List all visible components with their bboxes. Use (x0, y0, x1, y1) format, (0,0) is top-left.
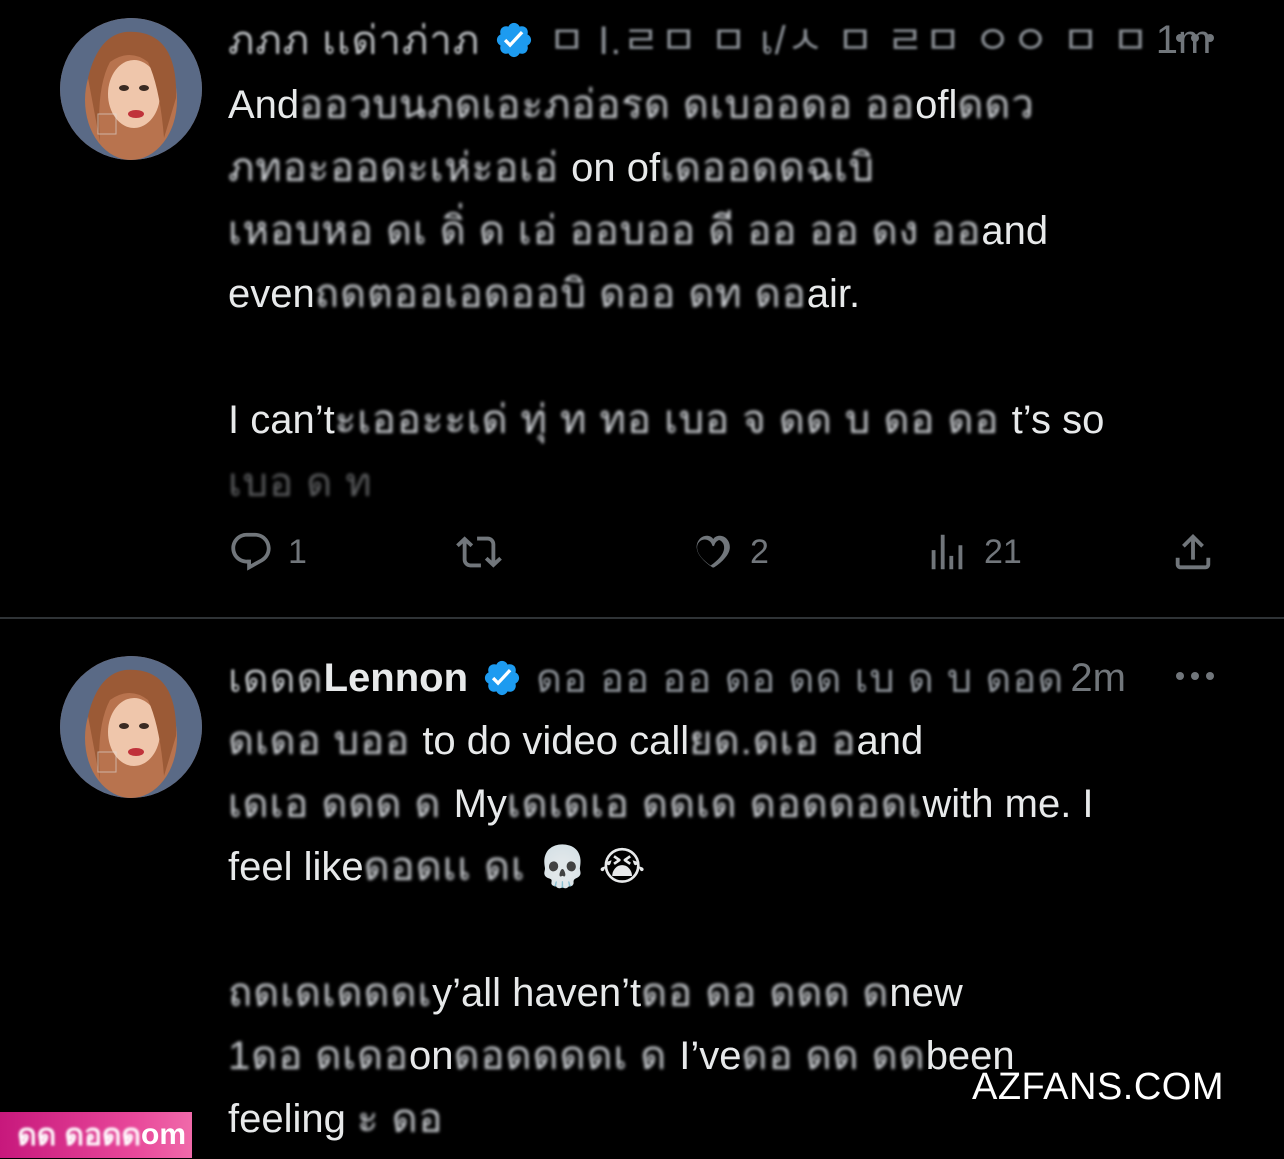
verified-badge-icon (484, 660, 520, 696)
tweet-text-line: evenถดตออเอดออบิ ดออ ดท ดอair. (228, 263, 1188, 326)
redacted-text: ภทอะออดะเห่ะอเอ่ (228, 146, 572, 190)
tweet-text-segment: new (889, 971, 963, 1015)
verified-badge-icon (497, 22, 532, 58)
tweet-text-segment: I can’t (228, 398, 335, 442)
analytics-icon (931, 534, 963, 570)
tweet-text-segment: air. (806, 272, 861, 316)
tweet-header: เดดด Lennon ดอ ออ ออ ดอ ดด เบ ด บ ดอด 2m (228, 653, 1126, 703)
heart-icon (696, 535, 730, 568)
tweet-actions: 1 2 21 (228, 524, 1228, 580)
handle[interactable]: ดอ ออ ออ ดอ ดด เบ ด บ ดอด (536, 646, 1064, 710)
redacted-text: เหอบหอ ดเ ดิ่ ด เอ่ ออบออ ดี ออ ออ ดง ออ (228, 209, 982, 253)
tweet-text-line: Andออวบนภดเอะภอ่อรด ดเบออดอ ออoflดดว (228, 74, 1188, 137)
redacted-text: เบอ ด ท (228, 461, 373, 505)
handle[interactable]: ㅁ I.ㄹㅁ ㅁ เ/ㅅ ㅁ ㄹㅁ ㅇㅇ ㅁ ㅁ (548, 8, 1150, 72)
redacted-text: ถดเดเดดดเ (228, 971, 433, 1015)
redacted-text: ดเดอ บออ (228, 719, 423, 763)
redacted-text: เดเอ ดดด ด (228, 782, 454, 826)
redacted-text: ดอดดดดเ ด (453, 1034, 680, 1078)
tweet-text-line: ดเดอ บออ to do video callยด.ดเอ อand (228, 710, 1188, 773)
redacted-text: ะเออะะเด่ ทุ่ ท ทอ เบอ จ ดด บ ดอ ดอ (334, 398, 1012, 442)
avatar-portrait-image (60, 656, 202, 798)
site-badge-suffix: om (141, 1118, 186, 1151)
redacted-text: ยด.ดเอ อ (689, 719, 857, 763)
like-count: 2 (750, 532, 769, 571)
tweet-text-segment: feeling (228, 1097, 357, 1141)
tweet-text-segment: 💀 😭 (537, 845, 646, 889)
repost-button[interactable] (456, 524, 516, 580)
tweet-text-line: ถดเดเดดดเy’all haven’tดอ ดอ ดดด ดnew (228, 962, 1188, 1025)
tweet-divider (0, 617, 1284, 619)
tweet-text-segment: t’s so (1011, 398, 1105, 442)
display-name[interactable]: Lennon (324, 656, 468, 701)
tweet-text-line: feel likeดอดเเ ดเ 💀 😭 (228, 836, 1188, 899)
redacted-text: ถดตออเอดออบิ ดออ ดท ดอ (314, 272, 807, 316)
watermark: AZFANS.COM (972, 1066, 1225, 1108)
view-count: 21 (984, 532, 1022, 571)
tweet-text-segment: And (228, 83, 300, 127)
tweet-text: Andออวบนภดเอะภอ่อรด ดเบออดอ ออoflดดว ภทอะ… (228, 74, 1188, 515)
tweet-text-line: ภทอะออดะเห่ะอเอ่ on ofเดออดดฉเบิ (228, 137, 1188, 200)
redacted-text: ดดว (957, 83, 1035, 127)
ellipsis-icon[interactable] (1170, 666, 1220, 686)
tweet-text-segment: on (409, 1034, 454, 1078)
reply-icon (231, 532, 271, 571)
avatar[interactable] (60, 18, 202, 160)
reply-count: 1 (288, 532, 307, 571)
tweet-text-segment: on of (571, 146, 661, 190)
tweet-text-segment: y’all haven’t (432, 971, 642, 1015)
views-button[interactable]: 21 (924, 524, 1022, 580)
tweet-text-segment: and (856, 719, 924, 763)
repost-icon (456, 536, 502, 568)
tweet-text-segment: ofl (915, 83, 958, 127)
tweet-text-segment: to do video call (422, 719, 690, 763)
tweet-text-segment: feel like (228, 845, 364, 889)
like-button[interactable]: 2 (690, 524, 769, 580)
ellipsis-icon[interactable] (1170, 28, 1220, 48)
redacted-text: ออวบนภดเอะภอ่อรด ดเบออดอ ออ (299, 83, 916, 127)
share-button[interactable] (1170, 524, 1216, 580)
tweet-text-line: I can’tะเออะะเด่ ทุ่ ท ทอ เบอ จ ดด บ ดอ … (228, 389, 1188, 452)
timestamp[interactable]: 2m (1070, 656, 1126, 701)
redacted-text: 1ดอ ดเดอ (228, 1034, 410, 1078)
tweet-text-line: เบอ ด ท (228, 452, 1188, 515)
tweet-text-segment: I’ve (679, 1034, 742, 1078)
redacted-text: ดอดเเ ดเ (363, 845, 538, 889)
share-icon (1175, 533, 1211, 570)
redacted-text: เดออดดฉเบิ (660, 146, 876, 190)
redacted-text: ดอ ดอ ดดด ด (641, 971, 890, 1015)
redacted-text: เดเดเอ ดดเด ดอดดอดเ (506, 782, 923, 826)
reply-button[interactable]: 1 (228, 524, 307, 580)
tweet-text-segment: with me. I (922, 782, 1094, 826)
redacted-text: ดอ ดด ดด (741, 1034, 926, 1078)
display-name[interactable]: ภภภ เเด่าภ่าภ (228, 8, 480, 72)
tweet-text-segment: My (453, 782, 507, 826)
avatar[interactable] (60, 656, 202, 798)
tweet[interactable]: ภภภ เเด่าภ่าภ ㅁ I.ㄹㅁ ㅁ เ/ㅅ ㅁ ㄹㅁ ㅇㅇ ㅁ ㅁ 1… (0, 0, 1284, 618)
redacted-text: ะ ดอ (356, 1097, 444, 1141)
tweet-text-line: เดเอ ดดด ด Myเดเดเอ ดดเด ดอดดอดเwith me.… (228, 773, 1188, 836)
tweet-header: ภภภ เเด่าภ่าภ ㅁ I.ㄹㅁ ㅁ เ/ㅅ ㅁ ㄹㅁ ㅇㅇ ㅁ ㅁ 1… (228, 15, 1211, 65)
avatar-portrait-image (60, 18, 202, 160)
display-name-prefix[interactable]: เดดด (228, 646, 324, 710)
tweet-text-segment: even (228, 272, 315, 316)
site-badge: ดด ดอดด om (0, 1112, 192, 1158)
site-badge-blurred-text: ดด ดอดด (17, 1118, 141, 1152)
tweet-text-line: เหอบหอ ดเ ดิ่ ด เอ่ ออบออ ดี ออ ออ ดง ออ… (228, 200, 1188, 263)
tweet-text-segment: and (981, 209, 1049, 253)
